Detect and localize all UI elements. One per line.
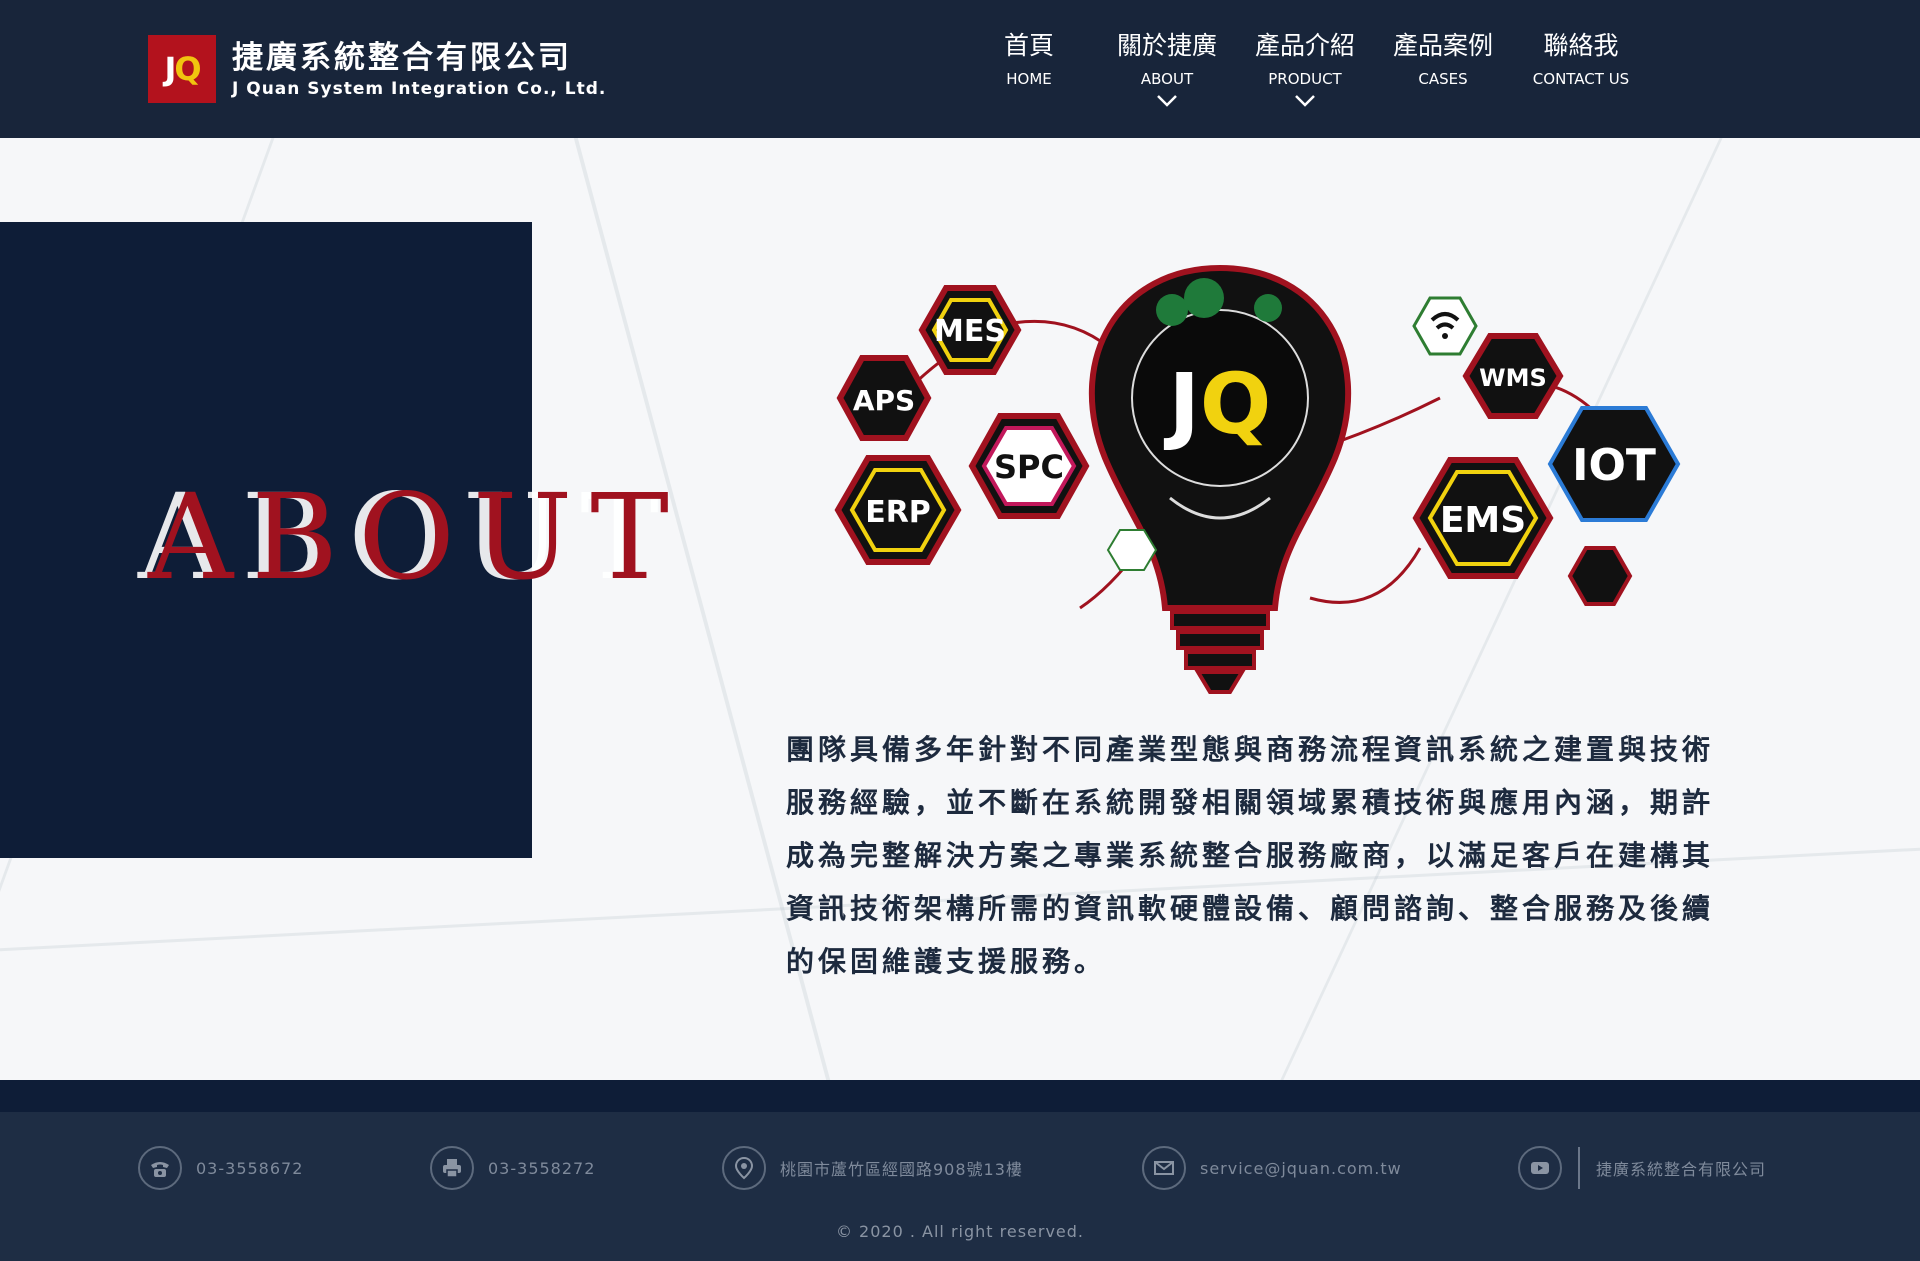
bulb-j: J [1164, 355, 1200, 453]
logo-mark-q: Q [174, 50, 201, 88]
bulb-base-ring [1170, 610, 1270, 630]
hex-iot: IOT [1547, 406, 1681, 522]
hex-small-dark [1567, 546, 1633, 606]
logo[interactable]: JQ 捷廣系統整合有限公司 J Quan System Integration … [148, 35, 606, 103]
youtube-icon [1518, 1146, 1562, 1190]
nav-label-cn: 首頁 [1003, 31, 1054, 60]
tree-icon [1156, 294, 1188, 326]
printer-icon [430, 1146, 474, 1190]
hex-label-wms: WMS [1479, 364, 1547, 392]
wifi-icon [1442, 333, 1448, 339]
footer-fax[interactable]: 03-3558272 [430, 1146, 595, 1190]
nav-item-about[interactable]: 關於捷廣 ABOUT [1098, 28, 1236, 108]
youtube-channel-label: 捷廣系統整合有限公司 [1596, 1160, 1767, 1179]
fax-number: 03-3558272 [488, 1158, 596, 1178]
nav-label-en: HOME [1006, 70, 1052, 88]
tree-icon [1254, 294, 1282, 322]
connector-line [1309, 547, 1422, 604]
chevron-down-icon[interactable] [1294, 94, 1316, 108]
nav-item-contact[interactable]: 聯絡我 CONTACT US [1512, 28, 1650, 108]
logo-text: 捷廣系統整合有限公司 J Quan System Integration Co.… [232, 39, 606, 99]
about-section: ABOUT JQ MES APS SPC ERP WMS IOT EMS 團隊具… [0, 138, 1920, 1080]
hex-label-iot: IOT [1572, 440, 1656, 491]
bulb-jq-label: JQ [1164, 355, 1272, 453]
nav-item-home[interactable]: 首頁 HOME [960, 28, 1098, 108]
company-name-cn: 捷廣系統整合有限公司 [232, 40, 572, 76]
email-address: service@jquan.com.tw [1200, 1158, 1402, 1178]
hex-mes: MES [918, 285, 1022, 375]
hex-wms: WMS [1462, 333, 1564, 419]
hex-label-mes: MES [934, 314, 1006, 349]
hex-ems: EMS [1412, 457, 1554, 579]
bulb-base-ring [1176, 630, 1264, 650]
logo-mark: JQ [148, 35, 216, 103]
site-header: JQ 捷廣系統整合有限公司 J Quan System Integration … [0, 0, 1920, 138]
nav-label-en: PRODUCT [1268, 70, 1342, 88]
nav-label-en: ABOUT [1140, 70, 1194, 88]
footer-address[interactable]: 桃園市蘆竹區經國路908號13樓 [722, 1146, 1023, 1190]
company-name-en: J Quan System Integration Co., Ltd. [232, 79, 607, 99]
tree-icon [1184, 278, 1224, 318]
phone-icon [138, 1146, 182, 1190]
footer-youtube[interactable]: 捷廣系統整合有限公司 [1518, 1146, 1766, 1190]
page-title: ABOUT [148, 468, 688, 606]
nav-label-en: CASES [1418, 70, 1468, 88]
hex-label-spc: SPC [994, 448, 1064, 486]
nav-label-cn: 關於捷廣 [1116, 31, 1217, 60]
bulb-base-ring [1184, 650, 1256, 670]
nav-item-cases[interactable]: 產品案例 CASES [1374, 28, 1512, 108]
footer-band [0, 1080, 1920, 1112]
nav-label-cn: 聯絡我 [1543, 31, 1619, 60]
phone-number: 03-3558672 [196, 1158, 304, 1178]
about-description: 團隊具備多年針對不同產業型態與商務流程資訊系統之建置與技術服務經驗，並不斷在系統… [786, 733, 1715, 978]
logo-mark-j: J [164, 50, 176, 88]
hex-label-erp: ERP [865, 495, 931, 530]
main-nav: 首頁 HOME 關於捷廣 ABOUT 產品介紹 PRODUCT 產品案例 CAS… [960, 28, 1650, 108]
hex-wifi [1412, 296, 1478, 356]
bulb-tip [1194, 670, 1246, 694]
nav-item-product[interactable]: 產品介紹 PRODUCT [1236, 28, 1374, 108]
nav-label-cn: 產品案例 [1392, 31, 1493, 60]
footer-phone[interactable]: 03-3558672 [138, 1146, 303, 1190]
site-footer: 03-3558672 03-3558272 桃園市蘆竹區經國路908號13樓 s… [0, 1112, 1920, 1261]
footer-email[interactable]: service@jquan.com.tw [1142, 1146, 1402, 1190]
hex-erp: ERP [834, 455, 962, 565]
hex-label-ems: EMS [1440, 500, 1526, 541]
mail-icon [1142, 1146, 1186, 1190]
nav-label-en: CONTACT US [1532, 70, 1630, 88]
footer-divider [1578, 1147, 1580, 1189]
address-text: 桃園市蘆竹區經國路908號13樓 [780, 1160, 1023, 1179]
hex-label-aps: APS [853, 384, 915, 417]
hex-spc: SPC [968, 413, 1090, 519]
copyright: © 2020 . All right reserved. [835, 1222, 1085, 1241]
chevron-down-icon[interactable] [1156, 94, 1178, 108]
nav-label-cn: 產品介紹 [1254, 31, 1355, 60]
bulb-q: Q [1200, 355, 1271, 453]
hex-aps: APS [836, 355, 932, 441]
location-pin-icon [722, 1146, 766, 1190]
